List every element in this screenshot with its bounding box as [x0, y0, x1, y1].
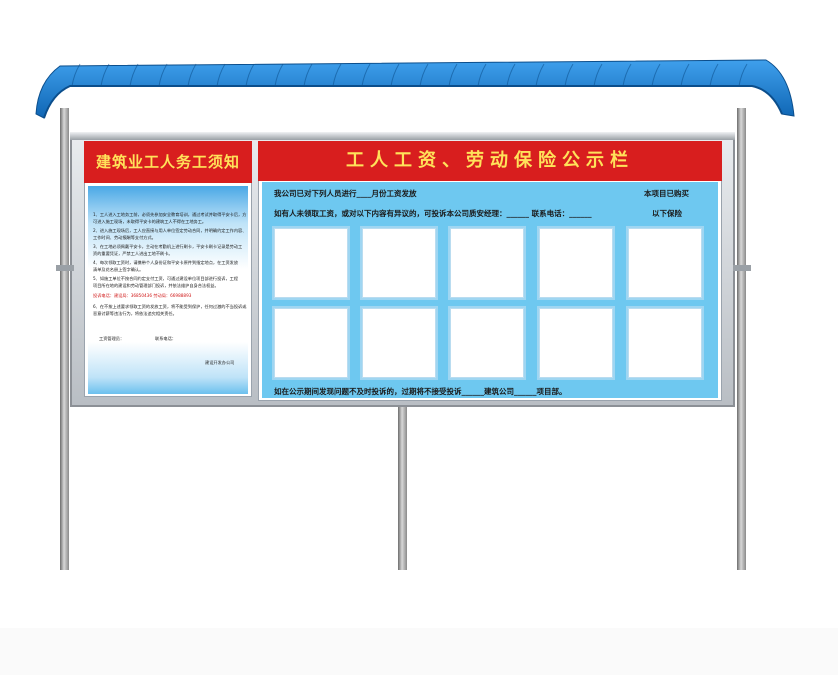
complaint-hotline: 投诉电话：建设局：36850436 劳动局：66988893	[93, 293, 192, 298]
top-rail	[70, 132, 735, 140]
complaint-line: 如有人未领取工资，或对以下内容有异议的，可投诉本公司质安经理：______ 联系…	[274, 209, 592, 218]
photo-slot	[626, 226, 704, 300]
left-board-title: 建筑业工人务工须知	[84, 141, 252, 183]
canopy-roof	[35, 59, 795, 119]
rule-line: 2、进入施工现场后，工人应直接与用人单位签定劳动合同，并明确约定工作内容、	[93, 228, 247, 233]
wage-line: 我公司已对下列人员进行____月份工资发放	[274, 189, 417, 198]
rules-panel: 1、工人进入工地务工前，必须先参加安全教育培训，通过考试并取得平安卡后，方 可进…	[88, 186, 248, 394]
photo-slot	[360, 226, 438, 300]
insurance-label: 以下保险	[652, 209, 682, 218]
rule-line: 5、如施工单位不按合同约定支付工资，可通过建设单位项目部进行投诉，工程	[93, 276, 239, 281]
right-post	[737, 108, 746, 570]
rule-line: 清单及花名册上签字确认。	[93, 267, 144, 272]
left-post	[60, 108, 69, 570]
photo-slot	[537, 226, 615, 300]
bottom-notice: 如在公示期间发现问题不及时投诉的，过期将不接受投诉______建筑公司_____…	[274, 387, 567, 396]
middle-post	[398, 405, 407, 570]
right-bracket	[733, 265, 751, 271]
rule-line: 1、工人进入工地务工前，必须先参加安全教育培训，通过考试并取得平安卡后，方	[93, 212, 247, 217]
photo-slot	[272, 306, 350, 380]
photo-slot	[448, 306, 526, 380]
rule-line: 可进入施工现场，未取得平安卡的建筑工人不得在工地务工。	[93, 219, 207, 224]
left-bracket	[56, 265, 74, 271]
photo-slot	[272, 226, 350, 300]
rule-line: 资的重要凭证，严禁工人进出工地不刷卡。	[93, 251, 173, 256]
rule-line: 6、在不按上述要求领取工资的发放工资，将不能受到保护，任何过激的不当投诉或	[93, 304, 247, 309]
rule-line: 4、每次领取工资时，请携带个人身份证和平安卡原件到指定地点，在工资发放	[93, 260, 239, 265]
contact-phone-label: 联系电话：	[155, 336, 176, 341]
right-board-title: 工人工资、劳动保险公示栏	[258, 141, 722, 181]
insurance-label: 本项目已购买	[644, 189, 689, 198]
rule-line: 3、在工地必须佩戴平安卡，主动在考勤机上进行刷卡，平安卡刷卡记录是劳动工	[93, 244, 243, 249]
ground	[0, 628, 838, 675]
photo-slot	[626, 306, 704, 380]
photo-slot	[537, 306, 615, 380]
rule-line: 恶意讨薪等违法行为，将依法追究相关责任。	[93, 311, 177, 316]
photo-slot	[448, 226, 526, 300]
wage-publicity-panel: 我公司已对下列人员进行____月份工资发放 如有人未领取工资，或对以下内容有异议…	[262, 182, 718, 398]
wage-manager-label: 工资管理员：	[99, 336, 125, 341]
photo-slot	[360, 306, 438, 380]
rule-line: 项目所在地的建设和劳动管理部门投诉，并依法维护自身合法权益。	[93, 283, 219, 288]
left-board-footer: 建设开发办公司	[205, 360, 235, 365]
rule-line: 工作时间、劳动报酬等支付方式。	[93, 235, 156, 240]
